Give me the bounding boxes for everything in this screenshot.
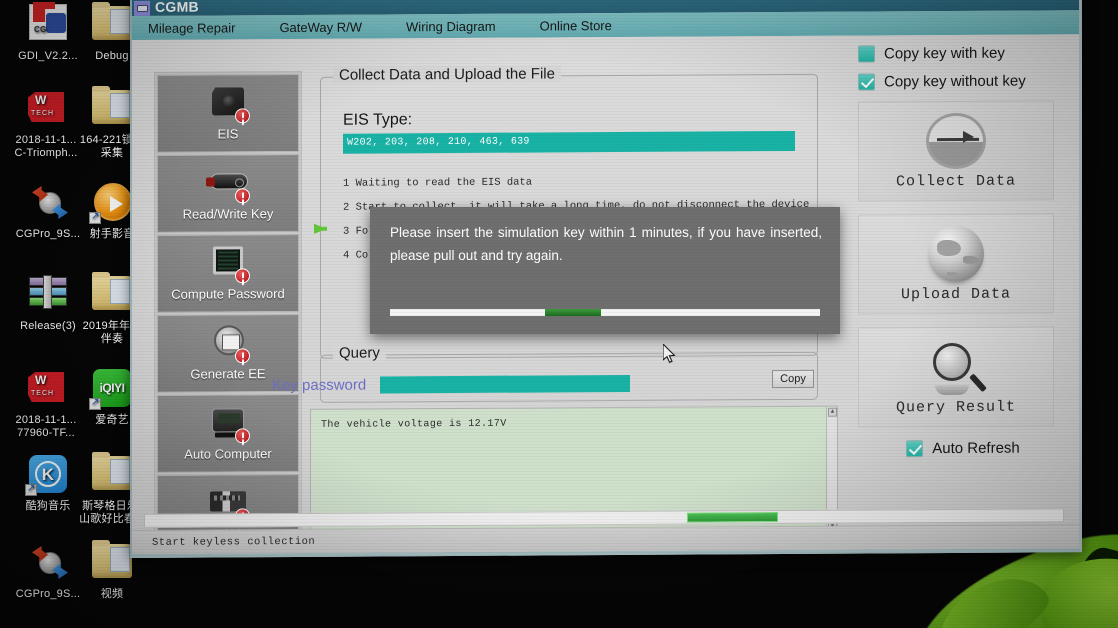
- alert-badge-icon: [235, 428, 250, 444]
- alert-badge-icon: [235, 108, 250, 124]
- checkbox-icon[interactable]: [858, 73, 875, 91]
- folder-icon: [89, 86, 135, 130]
- cgpro-icon: [25, 180, 71, 224]
- sidebar-item-label: Generate EE: [190, 366, 266, 382]
- checkbox-icon[interactable]: [858, 45, 875, 63]
- eis-type-label: EIS Type:: [343, 111, 413, 129]
- query-group-legend: Query: [333, 344, 386, 362]
- collect-group-legend: Collect Data and Upload the File: [333, 65, 561, 84]
- folder-icon: [89, 2, 135, 46]
- cgdi-app-icon: CG: [25, 2, 71, 46]
- media-player-icon: [89, 180, 135, 224]
- sidebar-item-label: EIS: [217, 126, 239, 142]
- module-sidebar: EIS Read/Write Key Compute Password Gene…: [154, 70, 302, 556]
- green-arrow-icon: [314, 223, 327, 234]
- globe-upload-icon: [928, 225, 984, 282]
- eis-type-field[interactable]: W202, 203, 208, 210, 463, 639: [343, 130, 795, 154]
- button-label: Upload Data: [900, 285, 1012, 303]
- folder-icon: [89, 540, 135, 584]
- instruction-step: 1 Waiting to read the EIS data: [343, 176, 533, 190]
- car-key-icon: [202, 165, 254, 204]
- checkbox-icon[interactable]: [906, 440, 924, 458]
- collect-data-button[interactable]: Collect Data: [858, 100, 1054, 202]
- iqiyi-icon: iQIYI: [89, 366, 135, 410]
- folder-icon: [89, 272, 135, 316]
- key-password-label: Key password: [272, 376, 367, 395]
- alert-badge-icon: [235, 188, 250, 204]
- printer-icon: [134, 0, 150, 16]
- log-line: The vehicle voltage is 12.17V: [321, 418, 507, 431]
- chip-icon: [202, 245, 254, 284]
- generate-ee-icon: [202, 325, 254, 364]
- alert-badge-icon: [235, 348, 250, 364]
- winrar-archive-icon: [25, 272, 71, 316]
- button-label: Collect Data: [895, 172, 1017, 190]
- right-action-panel: Copy key with key Copy key without key C…: [858, 44, 1068, 468]
- kugou-music-icon: K: [25, 452, 71, 496]
- sidebar-item-read-write-key[interactable]: Read/Write Key: [157, 153, 299, 233]
- status-bar: Start keyless collection: [132, 524, 1079, 558]
- magnifier-query-icon: [925, 338, 987, 395]
- auto-computer-icon: [202, 405, 254, 444]
- button-label: Query Result: [895, 398, 1017, 416]
- cgpro-icon: [25, 540, 71, 584]
- sidebar-item-auto-computer[interactable]: Auto Computer: [157, 393, 299, 473]
- copy-button[interactable]: Copy: [772, 369, 814, 389]
- tech-app-icon: W TECH: [23, 86, 69, 130]
- sidebar-item-label: Read/Write Key: [182, 206, 274, 222]
- eis-module-icon: [202, 85, 254, 124]
- checkbox-copy-key-without-key[interactable]: Copy key without key: [858, 72, 1068, 91]
- window-title: CGMB: [155, 0, 199, 15]
- checkbox-label: Auto Refresh: [932, 439, 1020, 458]
- sidebar-item-compute-password[interactable]: Compute Password: [157, 233, 299, 313]
- sidebar-item-label: Auto Computer: [184, 446, 272, 462]
- progress-chunk: [544, 309, 601, 316]
- scroll-up-icon[interactable]: ▲: [828, 407, 837, 417]
- menu-item-gateway-rw[interactable]: GateWay R/W: [279, 19, 384, 35]
- sidebar-item-label: Compute Password: [171, 286, 285, 302]
- folder-icon: [89, 452, 135, 496]
- key-password-input[interactable]: [380, 374, 630, 394]
- insert-key-modal-dialog: Please insert the simulation key within …: [370, 207, 840, 334]
- collect-data-icon: [926, 112, 986, 169]
- query-result-button[interactable]: Query Result: [858, 326, 1054, 428]
- upload-data-button[interactable]: Upload Data: [858, 213, 1054, 315]
- desktop-icon-label: 视频: [100, 588, 124, 600]
- checkbox-copy-key-with-key[interactable]: Copy key with key: [858, 44, 1068, 63]
- progress-chunk: [686, 512, 779, 523]
- tech-app-icon: W TECH: [23, 366, 69, 410]
- checkbox-label: Copy key without key: [884, 72, 1026, 91]
- menu-item-online-store[interactable]: Online Store: [540, 17, 634, 33]
- checkbox-auto-refresh[interactable]: Auto Refresh: [858, 439, 1068, 458]
- modal-progress-bar: [390, 309, 820, 316]
- menu-item-mileage-repair[interactable]: Mileage Repair: [148, 20, 257, 36]
- checkbox-label: Copy key with key: [884, 44, 1005, 63]
- alert-badge-icon: [235, 268, 250, 284]
- sidebar-item-eis[interactable]: EIS: [157, 73, 299, 153]
- menu-item-wiring-diagram[interactable]: Wiring Diagram: [406, 18, 518, 34]
- modal-message: Please insert the simulation key within …: [390, 225, 822, 263]
